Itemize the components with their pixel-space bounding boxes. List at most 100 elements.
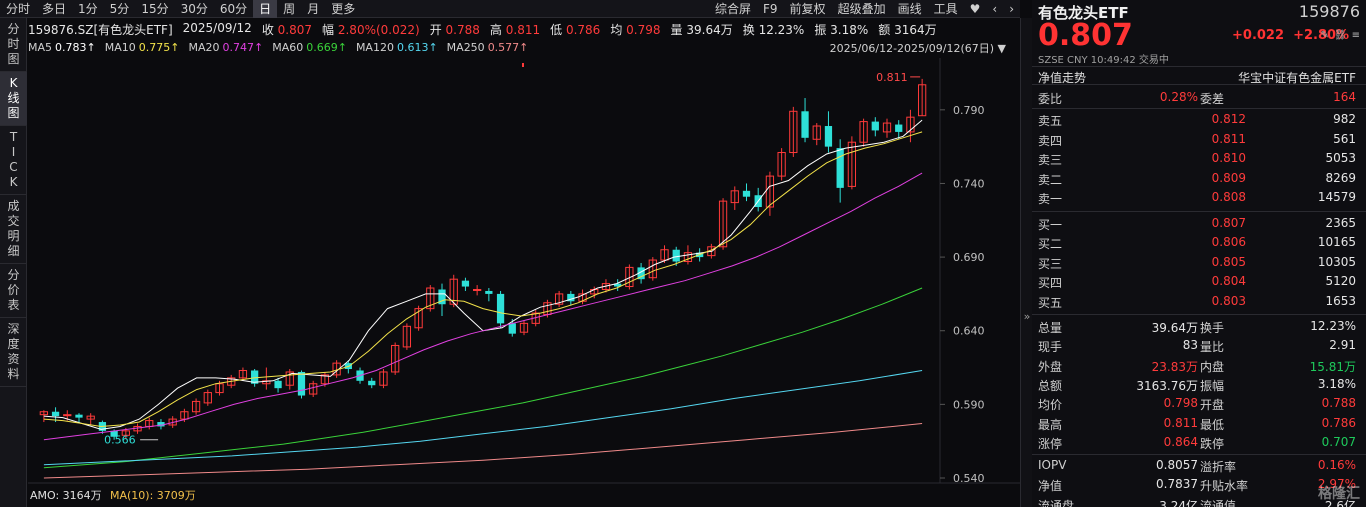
ma-line-ma5	[43, 119, 923, 430]
stat-label: 流通值	[1200, 498, 1237, 507]
level-label: 买四	[1038, 276, 1063, 290]
market-meta: SZSE CNY 10:49:42 交易中	[1038, 55, 1169, 66]
sidebar-item-1[interactable]: K线图	[0, 72, 27, 126]
stat-value: 0.788	[1321, 396, 1356, 411]
sidebar-char: K	[9, 175, 18, 189]
candlestick-chart[interactable]: 0.790 0.740 0.690 0.640 0.590 0.540 0.811 0.566…	[28, 18, 1020, 507]
period-tab-7[interactable]: 日	[253, 0, 278, 18]
tool-button-0[interactable]: 综合屏	[709, 0, 757, 18]
sidebar-char: 细	[7, 244, 20, 258]
ma-line-ma250	[43, 423, 923, 479]
level-label: 买一	[1038, 217, 1063, 232]
stat-row: 涨停 0.864 跌停 0.707	[1032, 433, 1366, 453]
stat-value: 12.23%	[1310, 319, 1356, 333]
period-tab-8[interactable]: 周	[277, 0, 301, 18]
heart-icon[interactable]: ♥	[964, 0, 987, 18]
candle-body	[274, 380, 282, 389]
sidebar-char: 深	[7, 322, 20, 336]
period-tab-9[interactable]: 月	[301, 0, 325, 18]
stat-label: IOPV	[1038, 458, 1067, 473]
sidebar-item-3[interactable]: 成交明细	[0, 195, 27, 264]
weibi-row: 委比 0.28% 委差 164	[1032, 88, 1366, 108]
candle-body	[63, 414, 72, 417]
level-volume: 982	[1333, 112, 1356, 126]
stat-label: 最低	[1200, 417, 1225, 432]
bid-row[interactable]: 买四 0.804 5120	[1032, 272, 1366, 292]
level-label: 卖三	[1038, 153, 1063, 167]
tool-button-2[interactable]: 前复权	[784, 0, 832, 18]
period-tab-3[interactable]: 5分	[104, 0, 136, 18]
bid-row[interactable]: 买三 0.805 10305	[1032, 253, 1366, 273]
candle-body	[51, 411, 60, 417]
stat-label: 内盘	[1200, 359, 1225, 374]
period-tab-10[interactable]: 更多	[325, 0, 361, 18]
sidebar-char: 价	[7, 283, 20, 297]
more-icon[interactable]: ≡	[1352, 30, 1360, 41]
weibi-value: 0.28%	[1159, 90, 1198, 104]
panel-collapse-strip[interactable]: »	[1020, 18, 1032, 507]
bid-row[interactable]: 买二 0.806 10165	[1032, 233, 1366, 253]
tab-nav-trend[interactable]: 净值走势	[1038, 69, 1086, 86]
sidebar-char: 资	[7, 352, 20, 366]
period-tab-6[interactable]: 60分	[214, 0, 253, 18]
ask-row[interactable]: 卖四 0.811 561	[1032, 130, 1366, 150]
period-tab-4[interactable]: 15分	[135, 0, 174, 18]
ask-row[interactable]: 卖二 0.809 8269	[1032, 169, 1366, 189]
stat-row: 外盘 23.83万 内盘 15.81万	[1032, 356, 1366, 376]
level-price: 0.808	[1211, 190, 1246, 204]
tool-button-3[interactable]: 超级叠加	[832, 0, 892, 18]
stat-label: 外盘	[1038, 359, 1063, 374]
change-value: +0.022	[1232, 28, 1285, 43]
fund-name: 华宝中证有色金属ETF	[1238, 71, 1356, 85]
level-label: 买五	[1038, 295, 1063, 310]
stat-row: 均价 0.798 开盘 0.788	[1032, 394, 1366, 414]
level-volume: 14579	[1317, 190, 1356, 204]
stat-label: 净值	[1038, 479, 1063, 494]
stat-value: 0.811	[1163, 415, 1198, 430]
period-tab-0[interactable]: 分时	[0, 0, 36, 18]
min-price-label: 0.566	[104, 434, 136, 447]
y-tick-label: 0.590	[953, 398, 985, 411]
sidebar-item-5[interactable]: 深度资料	[0, 318, 27, 387]
stat-row: 总额 3163.76万 振幅 3.18%	[1032, 375, 1366, 395]
chevron-left-icon[interactable]: ‹	[986, 0, 1003, 18]
chevron-right-icon[interactable]: ›	[1003, 0, 1020, 18]
bid-row[interactable]: 买一 0.807 2365	[1032, 214, 1366, 234]
sidebar-item-0[interactable]: 分时图	[0, 18, 27, 72]
period-tab-2[interactable]: 1分	[72, 0, 104, 18]
stat-label: 升贴水率	[1200, 479, 1249, 494]
ask-row[interactable]: 卖一 0.808 14579	[1032, 188, 1366, 208]
tool-button-4[interactable]: 画线	[892, 0, 928, 18]
y-tick-label: 0.640	[953, 325, 985, 338]
sidebar-char: 明	[7, 229, 20, 243]
sidebar-char: 表	[7, 298, 20, 312]
stat-value: 3.18%	[1317, 376, 1356, 391]
sidebar-char: 度	[7, 337, 20, 351]
tool-button-1[interactable]: F9	[757, 0, 784, 18]
period-tab-1[interactable]: 多日	[36, 0, 72, 18]
panel-code: 159876	[1298, 2, 1360, 21]
y-tick-label: 0.740	[953, 177, 985, 190]
sidebar-item-4[interactable]: 分价表	[0, 264, 27, 318]
candle-body	[836, 148, 844, 188]
level-volume: 5120	[1325, 274, 1356, 288]
candle-body	[496, 293, 505, 324]
bid-row[interactable]: 买五 0.803 1653	[1032, 292, 1366, 312]
edit-icon[interactable]: ✎	[1321, 30, 1329, 41]
period-tab-5[interactable]: 30分	[175, 0, 214, 18]
tool-button-5[interactable]: 工具	[928, 0, 964, 18]
amo-ma-label: MA(10): 3709万	[110, 489, 196, 502]
stat-value: 3163.76万	[1136, 378, 1198, 393]
stat-row: IOPV 0.8057 溢折率 0.16%	[1032, 456, 1366, 476]
max-price-label: 0.811	[876, 71, 908, 84]
divider	[1032, 454, 1366, 456]
ask-row[interactable]: 卖三 0.810 5053	[1032, 149, 1366, 169]
sidebar-char: 成	[7, 199, 20, 213]
kline-chart-area[interactable]: 159876.SZ[有色龙头ETF] 2025/09/12 收 0.807 幅 …	[28, 18, 1020, 507]
sidebar-item-2[interactable]: TICK	[0, 126, 27, 195]
level-price: 0.805	[1211, 254, 1246, 269]
stat-label: 最高	[1038, 417, 1063, 432]
link-icon[interactable]: ⛓	[1334, 30, 1347, 41]
ask-row[interactable]: 卖五 0.812 982	[1032, 110, 1366, 130]
stat-label: 现手	[1038, 340, 1063, 355]
